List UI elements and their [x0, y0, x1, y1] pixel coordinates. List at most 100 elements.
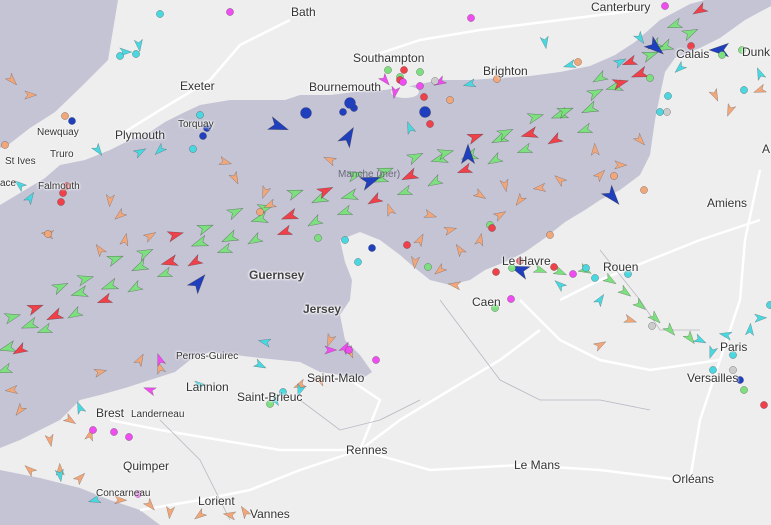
tug_special-vessel-icon[interactable]: [754, 66, 767, 82]
tug_special-stationary-vessel-icon[interactable]: [156, 10, 164, 18]
tug_special-vessel-icon[interactable]: [692, 333, 707, 347]
tanker-vessel-icon[interactable]: [456, 162, 474, 177]
cargo-stationary-vessel-icon[interactable]: [424, 263, 432, 271]
tanker-vessel-icon[interactable]: [186, 253, 204, 271]
pleasure-stationary-vessel-icon[interactable]: [125, 433, 133, 441]
tanker-stationary-vessel-icon[interactable]: [492, 268, 500, 276]
pleasure-stationary-vessel-icon[interactable]: [226, 8, 234, 16]
cargo-vessel-icon[interactable]: [306, 213, 324, 231]
cargo-stationary-vessel-icon[interactable]: [718, 51, 726, 59]
fishing-vessel-icon[interactable]: [384, 202, 397, 217]
fishing-stationary-vessel-icon[interactable]: [574, 58, 582, 66]
fishing-vessel-icon[interactable]: [133, 352, 147, 368]
fishing-vessel-icon[interactable]: [590, 142, 600, 156]
fishing-stationary-vessel-icon[interactable]: [1, 141, 9, 149]
fishing-vessel-icon[interactable]: [592, 167, 607, 183]
cargo-vessel-icon[interactable]: [225, 204, 245, 221]
fishing-vessel-icon[interactable]: [453, 242, 467, 258]
fishing-stationary-vessel-icon[interactable]: [61, 112, 69, 120]
passenger-vessel-icon[interactable]: [337, 124, 359, 149]
cargo-vessel-icon[interactable]: [486, 151, 504, 169]
tug_special-vessel-icon[interactable]: [132, 145, 147, 159]
tug_special-vessel-icon[interactable]: [462, 78, 477, 90]
cargo-vessel-icon[interactable]: [662, 322, 678, 338]
cargo-vessel-icon[interactable]: [196, 220, 215, 236]
fishing-vessel-icon[interactable]: [322, 153, 338, 167]
tanker-stationary-vessel-icon[interactable]: [488, 224, 496, 232]
cargo-vessel-icon[interactable]: [100, 277, 120, 294]
fishing-vessel-icon[interactable]: [259, 185, 272, 200]
fishing-vessel-icon[interactable]: [752, 83, 767, 96]
cargo-vessel-icon[interactable]: [286, 185, 305, 201]
fishing-stationary-vessel-icon[interactable]: [640, 186, 648, 194]
pleasure-stationary-vessel-icon[interactable]: [569, 270, 577, 278]
cargo-vessel-icon[interactable]: [602, 272, 619, 287]
tug_special-stationary-vessel-icon[interactable]: [766, 301, 771, 309]
fishing-vessel-icon[interactable]: [13, 402, 28, 418]
tug_special-stationary-vessel-icon[interactable]: [582, 264, 590, 272]
unknown-stationary-vessel-icon[interactable]: [431, 77, 439, 85]
pleasure-stationary-vessel-icon[interactable]: [372, 356, 380, 364]
cargo-stationary-vessel-icon[interactable]: [646, 74, 654, 82]
cargo-vessel-icon[interactable]: [680, 25, 700, 42]
fishing-stationary-vessel-icon[interactable]: [610, 172, 618, 180]
fishing-vessel-icon[interactable]: [4, 384, 19, 394]
fishing-vessel-icon[interactable]: [222, 510, 237, 521]
tanker-stationary-vessel-icon[interactable]: [550, 263, 558, 271]
tanker-vessel-icon[interactable]: [280, 207, 300, 224]
fishing-stationary-vessel-icon[interactable]: [546, 231, 554, 239]
fishing-stationary-vessel-icon[interactable]: [256, 208, 264, 216]
fishing-vessel-icon[interactable]: [142, 229, 158, 243]
fishing-vessel-icon[interactable]: [447, 280, 462, 291]
pleasure-vessel-icon[interactable]: [324, 345, 338, 355]
tanker-vessel-icon[interactable]: [26, 300, 45, 316]
tanker-vessel-icon[interactable]: [400, 167, 420, 185]
cargo-vessel-icon[interactable]: [135, 245, 155, 262]
fishing-vessel-icon[interactable]: [218, 156, 233, 168]
fishing-vessel-icon[interactable]: [62, 413, 78, 427]
cargo-vessel-icon[interactable]: [580, 100, 600, 118]
passenger-stationary-vessel-icon[interactable]: [368, 244, 376, 252]
fishing-vessel-icon[interactable]: [532, 182, 547, 193]
passenger-vessel-icon[interactable]: [266, 116, 291, 136]
fishing-vessel-icon[interactable]: [112, 207, 128, 222]
cargo-vessel-icon[interactable]: [50, 279, 70, 296]
passenger-stationary-vessel-icon[interactable]: [339, 108, 347, 116]
fishing-stationary-vessel-icon[interactable]: [44, 230, 52, 238]
tug_special-vessel-icon[interactable]: [593, 292, 608, 308]
fishing-vessel-icon[interactable]: [22, 462, 38, 478]
cargo-vessel-icon[interactable]: [130, 258, 150, 276]
unknown-stationary-vessel-icon[interactable]: [648, 322, 656, 330]
pleasure-vessel-icon[interactable]: [142, 384, 157, 397]
tug_special-vessel-icon[interactable]: [257, 336, 272, 348]
cargo-vessel-icon[interactable]: [632, 297, 648, 313]
cargo-vessel-icon[interactable]: [396, 184, 414, 199]
cargo-vessel-icon[interactable]: [76, 272, 94, 287]
pleasure-stationary-vessel-icon[interactable]: [467, 14, 475, 22]
tug_special-vessel-icon[interactable]: [754, 313, 768, 323]
tug_special-vessel-icon[interactable]: [23, 190, 37, 206]
fishing-vessel-icon[interactable]: [492, 208, 508, 222]
fishing-vessel-icon[interactable]: [165, 505, 176, 520]
tug_special-vessel-icon[interactable]: [706, 345, 719, 360]
tug_special-vessel-icon[interactable]: [672, 60, 688, 75]
tanker-stationary-vessel-icon[interactable]: [57, 198, 65, 206]
fishing-vessel-icon[interactable]: [614, 160, 628, 170]
cargo-vessel-icon[interactable]: [526, 110, 544, 125]
cargo-vessel-icon[interactable]: [666, 17, 684, 32]
fishing-vessel-icon[interactable]: [592, 338, 607, 352]
tanker-stationary-vessel-icon[interactable]: [420, 93, 428, 101]
passenger-vessel-icon[interactable]: [186, 270, 210, 295]
fishing-vessel-icon[interactable]: [93, 366, 108, 378]
fishing-vessel-icon[interactable]: [443, 224, 458, 236]
tanker-stationary-vessel-icon[interactable]: [400, 66, 408, 74]
tug_special-vessel-icon[interactable]: [152, 142, 168, 157]
tug_special-vessel-icon[interactable]: [718, 330, 733, 341]
cargo-vessel-icon[interactable]: [3, 310, 21, 325]
tug_special-stationary-vessel-icon[interactable]: [132, 50, 140, 58]
pleasure-stationary-vessel-icon[interactable]: [345, 346, 353, 354]
fishing-vessel-icon[interactable]: [192, 507, 208, 523]
tanker-stationary-vessel-icon[interactable]: [426, 120, 434, 128]
tug_special-stationary-vessel-icon[interactable]: [354, 258, 362, 266]
tug_special-vessel-icon[interactable]: [745, 322, 754, 337]
